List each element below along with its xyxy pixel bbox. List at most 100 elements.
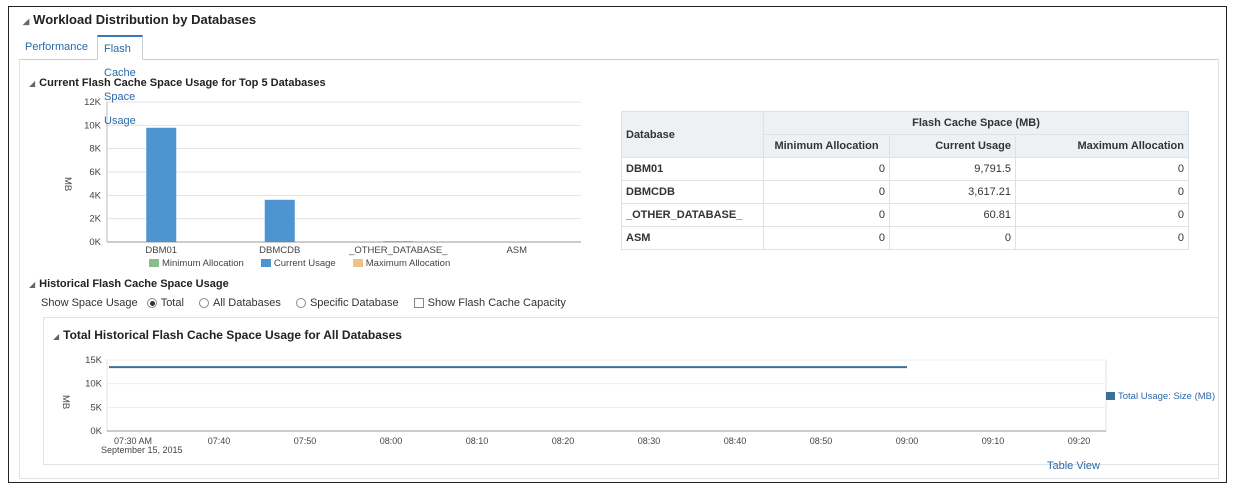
flash-cache-space-table: Database Flash Cache Space (MB) Minimum …	[621, 111, 1189, 250]
radio-label: Total	[160, 297, 184, 309]
x-tick-label: 08:20	[552, 436, 575, 446]
col-header-maximum-allocation[interactable]: Maximum Allocation	[1015, 134, 1189, 158]
current-usage-header[interactable]: ◢ Current Flash Cache Space Usage for Top…	[29, 77, 326, 89]
legend-swatch	[149, 259, 159, 268]
cell-database: _OTHER_DATABASE_	[621, 203, 764, 227]
bar[interactable]	[264, 199, 295, 242]
col-header-database[interactable]: Database	[621, 111, 764, 158]
table-row[interactable]: _OTHER_DATABASE_ 0 60.81 0	[621, 203, 1189, 227]
y-tick-label: 6K	[89, 167, 101, 178]
region-header[interactable]: ◢ Workload Distribution by Databases	[23, 12, 256, 27]
radio-specific-database[interactable]: Specific Database	[295, 297, 399, 309]
x-tick-label: 09:20	[1068, 436, 1091, 446]
cell-max: 0	[1015, 180, 1189, 204]
x-tick-label: 09:00	[896, 436, 919, 446]
x-category-label: _OTHER_DATABASE_	[348, 245, 448, 256]
bar[interactable]	[383, 241, 414, 243]
legend-minimum-allocation: Minimum Allocation	[149, 258, 244, 269]
historical-line-chart: 0K5K10K15K 07:30 AM 07:40 07:50 08:00 08:10 0…	[60, 355, 1215, 455]
radio-label: All Databases	[213, 297, 281, 309]
cell-min: 0	[763, 203, 890, 227]
historical-header[interactable]: ◢ Historical Flash Cache Space Usage	[29, 278, 229, 290]
collapse-triangle-icon[interactable]: ◢	[23, 17, 29, 26]
current-usage-title: Current Flash Cache Space Usage for Top …	[39, 77, 326, 89]
legend-swatch	[260, 259, 271, 268]
y-tick-label: 10K	[84, 120, 102, 131]
x-category-label: DBM01	[145, 245, 177, 256]
cell-max: 0	[1015, 157, 1189, 181]
collapse-triangle-icon[interactable]: ◢	[29, 79, 35, 88]
x-tick-label: 09:10	[982, 436, 1005, 446]
plot-area	[106, 359, 1107, 432]
x-tick-label: 08:10	[466, 436, 489, 446]
radio-label: Specific Database	[309, 297, 399, 309]
legend-maximum-allocation: Maximum Allocation	[352, 258, 451, 269]
y-tick-label: 0K	[89, 237, 101, 248]
x-tick-label: 08:30	[638, 436, 661, 446]
radio-all-databases[interactable]: All Databases	[199, 297, 281, 309]
tab-performance[interactable]: Performance	[19, 35, 94, 60]
y-tick-label: 8K	[89, 144, 101, 155]
cell-max: 0	[1015, 226, 1189, 250]
cell-current: 0	[889, 226, 1016, 250]
space-usage-options: Show Space Usage Total All Databases Spe…	[41, 297, 578, 309]
y-tick-label: 5K	[90, 402, 102, 413]
y-tick-label: 10K	[85, 379, 103, 390]
cell-min: 0	[763, 226, 890, 250]
tab-flash-cache-space-usage[interactable]: Flash Cache Space Usage	[97, 35, 143, 127]
table-row[interactable]: DBM01 0 9,791.5 0	[621, 157, 1189, 181]
table-row[interactable]: ASM 0 0 0	[621, 226, 1189, 250]
checkbox-show-flash-cache-capacity[interactable]: Show Flash Cache Capacity	[413, 297, 566, 309]
bar[interactable]	[146, 127, 177, 242]
x-tick-label: 07:50	[294, 436, 317, 446]
y-tick-label: 4K	[89, 190, 101, 201]
x-tick-label: 08:50	[810, 436, 833, 446]
radio-total[interactable]: Total	[146, 297, 184, 309]
collapse-triangle-icon[interactable]: ◢	[29, 280, 35, 289]
cell-current: 60.81	[889, 203, 1016, 227]
col-header-current-usage[interactable]: Current Usage	[889, 134, 1016, 158]
collapse-triangle-icon[interactable]: ◢	[53, 332, 59, 341]
col-header-minimum-allocation[interactable]: Minimum Allocation	[763, 134, 890, 158]
y-tick-label: 12K	[84, 97, 102, 108]
legend-label: Maximum Allocation	[365, 258, 451, 269]
historical-title: Historical Flash Cache Space Usage	[39, 278, 229, 290]
cell-min: 0	[763, 157, 890, 181]
x-tick-label: 07:40	[208, 436, 231, 446]
y-tick-label: 15K	[85, 355, 103, 366]
cell-current: 9,791.5	[889, 157, 1016, 181]
region-title: Workload Distribution by Databases	[33, 12, 257, 27]
radio-button-icon[interactable]	[199, 298, 209, 309]
legend-label: Current Usage	[273, 258, 336, 269]
legend-total-usage-size: Total Usage: Size (MB)	[1118, 391, 1215, 402]
workload-distribution-region: ◢ Workload Distribution by Databases Perf…	[8, 6, 1227, 483]
legend-current-usage: Current Usage	[260, 258, 336, 269]
y-tick-label: 0K	[90, 426, 102, 437]
table-row[interactable]: DBMCDB 0 3,617.21 0	[621, 180, 1189, 204]
bar-y-axis-label: MB	[62, 177, 73, 191]
x-category-label: DBMCDB	[259, 245, 300, 256]
col-group-flash-cache-space: Flash Cache Space (MB)	[763, 111, 1189, 135]
historical-chart-header[interactable]: ◢ Total Historical Flash Cache Space Usag…	[53, 328, 402, 342]
cell-database: ASM	[621, 226, 764, 250]
cell-max: 0	[1015, 203, 1189, 227]
cell-database: DBM01	[621, 157, 764, 181]
x-category-label: ASM	[506, 245, 527, 256]
cell-current: 3,617.21	[889, 180, 1016, 204]
bar-chart-legend: Minimum Allocation Current Usage Maximum…	[149, 257, 464, 269]
checkbox-label: Show Flash Cache Capacity	[427, 297, 566, 309]
legend-swatch	[1106, 392, 1115, 400]
cell-min: 0	[763, 180, 890, 204]
cell-database: DBMCDB	[621, 180, 764, 204]
x-axis-date-label: September 15, 2015	[101, 445, 183, 455]
y-tick-label: 2K	[89, 214, 101, 225]
show-space-usage-label: Show Space Usage	[41, 297, 138, 309]
legend-swatch	[352, 259, 363, 268]
legend-label: Minimum Allocation	[162, 258, 244, 269]
radio-button-icon[interactable]	[146, 298, 157, 309]
historical-chart-title: Total Historical Flash Cache Space Usage…	[63, 328, 402, 342]
table-view-link[interactable]: Table View	[1047, 460, 1100, 472]
radio-button-icon[interactable]	[295, 298, 306, 309]
checkbox-icon[interactable]	[413, 298, 424, 309]
x-tick-label: 08:00	[380, 436, 403, 446]
